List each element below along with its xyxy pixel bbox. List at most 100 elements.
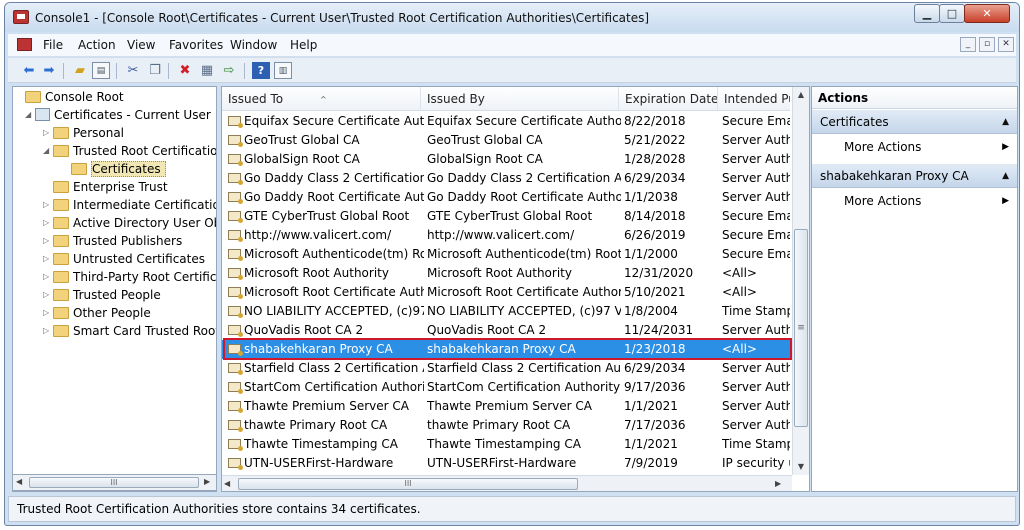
table-row[interactable]: Thawte Premium Server CA Thawte Premium S… — [222, 397, 790, 416]
cell-expiration-date: 9/17/2036 — [624, 378, 718, 397]
tree-node-active-directory[interactable]: ▷ Active Directory User Obje — [43, 214, 216, 232]
cell-expiration-date-text: 1/28/2028 — [624, 152, 686, 166]
mmc-app-icon[interactable] — [13, 10, 29, 24]
menu-action[interactable]: Action — [78, 38, 116, 52]
tree-node-smart-card[interactable]: ▷ Smart Card Trusted Roots — [43, 322, 216, 340]
export-list-icon[interactable]: ⇨ — [220, 62, 238, 79]
show-hide-action-pane-icon[interactable]: ▥ — [274, 62, 292, 79]
menu-help[interactable]: Help — [290, 38, 317, 52]
table-row[interactable]: NO LIABILITY ACCEPTED, (c)97 ... NO LIABI… — [222, 302, 790, 321]
scroll-left-arrow-icon[interactable]: ◀ — [224, 478, 236, 490]
cell-intended-purposes-text: Server Authe — [722, 399, 790, 413]
scroll-right-arrow-icon[interactable]: ▶ — [775, 478, 787, 490]
forward-arrow-icon[interactable]: ➡ — [40, 62, 58, 79]
table-row[interactable]: UTN-USERFirst-Hardware UTN-USERFirst-Hard… — [222, 454, 790, 473]
tree-node-enterprise-trust[interactable]: Enterprise Trust — [53, 178, 168, 196]
column-expiration-date[interactable]: Expiration Date — [619, 87, 718, 111]
tree-toggle[interactable]: ▷ — [43, 322, 53, 340]
action-label: More Actions — [844, 140, 922, 154]
column-issued-by[interactable]: Issued By — [421, 87, 619, 111]
list-vertical-scrollbar[interactable]: ▲ ≡ ▼ — [792, 87, 809, 475]
back-arrow-icon[interactable]: ⬅ — [20, 62, 38, 79]
maximize-button[interactable]: □ — [939, 4, 965, 23]
menu-window[interactable]: Window — [230, 38, 277, 52]
tree-node-certificates-selected[interactable]: Certificates — [71, 160, 166, 178]
help-icon[interactable]: ? — [252, 62, 270, 79]
table-row[interactable]: Starfield Class 2 Certification A... Star… — [222, 359, 790, 378]
cell-intended-purposes-text: Server Authe — [722, 152, 790, 166]
child-close-button[interactable]: ✕ — [998, 37, 1014, 52]
list-hscroll-thumb[interactable]: III — [238, 478, 578, 490]
scroll-down-arrow-icon[interactable]: ▼ — [793, 459, 809, 475]
tree-node-console-root[interactable]: Console Root — [15, 88, 124, 106]
tree-node-certificates-current-user[interactable]: ◢ Certificates - Current User — [25, 106, 211, 124]
tree-toggle[interactable]: ▷ — [43, 196, 53, 214]
menu-file[interactable]: File — [43, 38, 63, 52]
tree-toggle[interactable]: ▷ — [43, 268, 53, 286]
table-row[interactable]: Microsoft Root Certificate Auth... Micros… — [222, 283, 790, 302]
table-row[interactable]: GTE CyberTrust Global Root GTE CyberTrust… — [222, 207, 790, 226]
tree-horizontal-scrollbar[interactable]: ◀ III ▶ — [12, 474, 217, 491]
tree-node-intermediate[interactable]: ▷ Intermediate Certification A — [43, 196, 216, 214]
column-issued-to[interactable]: Issued To ^ — [222, 87, 421, 111]
cell-issued-by-text: Starfield Class 2 Certification Auth... — [427, 361, 621, 375]
table-row[interactable]: Microsoft Authenticode(tm) Ro... Microsof… — [222, 245, 790, 264]
child-minimize-button[interactable]: _ — [960, 37, 976, 52]
table-row[interactable]: GlobalSign Root CA GlobalSign Root CA 1/28… — [222, 150, 790, 169]
delete-icon[interactable]: ✖ — [176, 62, 194, 79]
table-row[interactable]: StartCom Certification Authority StartCom… — [222, 378, 790, 397]
tree-toggle[interactable]: ◢ — [43, 142, 53, 160]
collapse-icon[interactable]: ▲ — [1002, 164, 1009, 188]
child-restore-button[interactable]: ▫ — [979, 37, 995, 52]
tree-node-third-party-root[interactable]: ▷ Third-Party Root Certificat — [43, 268, 216, 286]
table-row[interactable]: Thawte Timestamping CA Thawte Timestampin… — [222, 435, 790, 454]
tree-node-trusted-publishers[interactable]: ▷ Trusted Publishers — [43, 232, 182, 250]
table-row[interactable]: Go Daddy Class 2 Certification ... Go Dad… — [222, 169, 790, 188]
list-horizontal-scrollbar[interactable]: ◀ III ▶ — [222, 475, 792, 491]
more-actions-certificates[interactable]: More Actions ▶ — [812, 136, 1017, 158]
scroll-up-arrow-icon[interactable]: ▲ — [793, 87, 809, 103]
table-row[interactable]: http://www.valicert.com/http://www.valic… — [222, 226, 790, 245]
show-hide-tree-icon[interactable]: ▤ — [92, 62, 110, 79]
tree-toggle[interactable]: ◢ — [25, 106, 35, 124]
tree-toggle[interactable]: ▷ — [43, 286, 53, 304]
column-intended-purposes[interactable]: Intended Pu — [718, 87, 790, 111]
cell-expiration-date: 1/8/2004 — [624, 302, 718, 321]
tree-scroll-thumb[interactable]: III — [29, 477, 199, 488]
actions-section-selected-cert[interactable]: shabakehkaran Proxy CA ▲ — [812, 164, 1017, 188]
table-row[interactable]: Go Daddy Root Certificate Auth... Go Dadd… — [222, 188, 790, 207]
tree-node-trusted-people[interactable]: ▷ Trusted People — [43, 286, 161, 304]
title-bar[interactable]: Console1 - [Console Root\Certificates - … — [5, 3, 1019, 32]
up-folder-icon[interactable]: ▰ — [71, 62, 89, 79]
scroll-left-arrow-icon[interactable]: ◀ — [16, 477, 22, 486]
cell-intended-purposes-text: Server Authe — [722, 361, 790, 375]
actions-section-certificates[interactable]: Certificates ▲ — [812, 110, 1017, 134]
properties-icon[interactable]: ▦ — [198, 62, 216, 79]
menu-favorites[interactable]: Favorites — [169, 38, 223, 52]
tree-toggle[interactable]: ▷ — [43, 304, 53, 322]
console-menu-icon[interactable] — [17, 38, 32, 51]
copy-icon[interactable]: ❐ — [146, 62, 164, 79]
scroll-right-arrow-icon[interactable]: ▶ — [204, 477, 210, 486]
close-button[interactable]: ✕ — [964, 4, 1010, 23]
cut-icon[interactable]: ✂ — [124, 62, 142, 79]
menu-view[interactable]: View — [127, 38, 155, 52]
tree-toggle[interactable]: ▷ — [43, 124, 53, 142]
cell-issued-by: NO LIABILITY ACCEPTED, (c)97 V... — [427, 302, 621, 321]
table-row[interactable]: Microsoft Root Authority Microsoft Root A… — [222, 264, 790, 283]
tree-node-trusted-root[interactable]: ◢ Trusted Root Certification . — [43, 142, 216, 160]
cell-expiration-date-text: 1/1/2000 — [624, 247, 678, 261]
tree-toggle[interactable]: ▷ — [43, 250, 53, 268]
collapse-icon[interactable]: ▲ — [1002, 110, 1009, 134]
tree-toggle[interactable]: ▷ — [43, 214, 53, 232]
table-row[interactable]: thawte Primary Root CA thawte Primary Roo… — [222, 416, 790, 435]
table-row[interactable]: GeoTrust Global CA GeoTrust Global CA 5/21… — [222, 131, 790, 150]
tree-node-untrusted[interactable]: ▷ Untrusted Certificates — [43, 250, 205, 268]
more-actions-selected-cert[interactable]: More Actions ▶ — [812, 190, 1017, 212]
minimize-button[interactable]: ▁ — [914, 4, 940, 23]
table-row[interactable]: Equifax Secure Certificate Auth... Equifa… — [222, 112, 790, 131]
tree-node-personal[interactable]: ▷ Personal — [43, 124, 124, 142]
list-vscroll-thumb[interactable]: ≡ — [794, 229, 808, 427]
tree-toggle[interactable]: ▷ — [43, 232, 53, 250]
tree-node-other-people[interactable]: ▷ Other People — [43, 304, 151, 322]
